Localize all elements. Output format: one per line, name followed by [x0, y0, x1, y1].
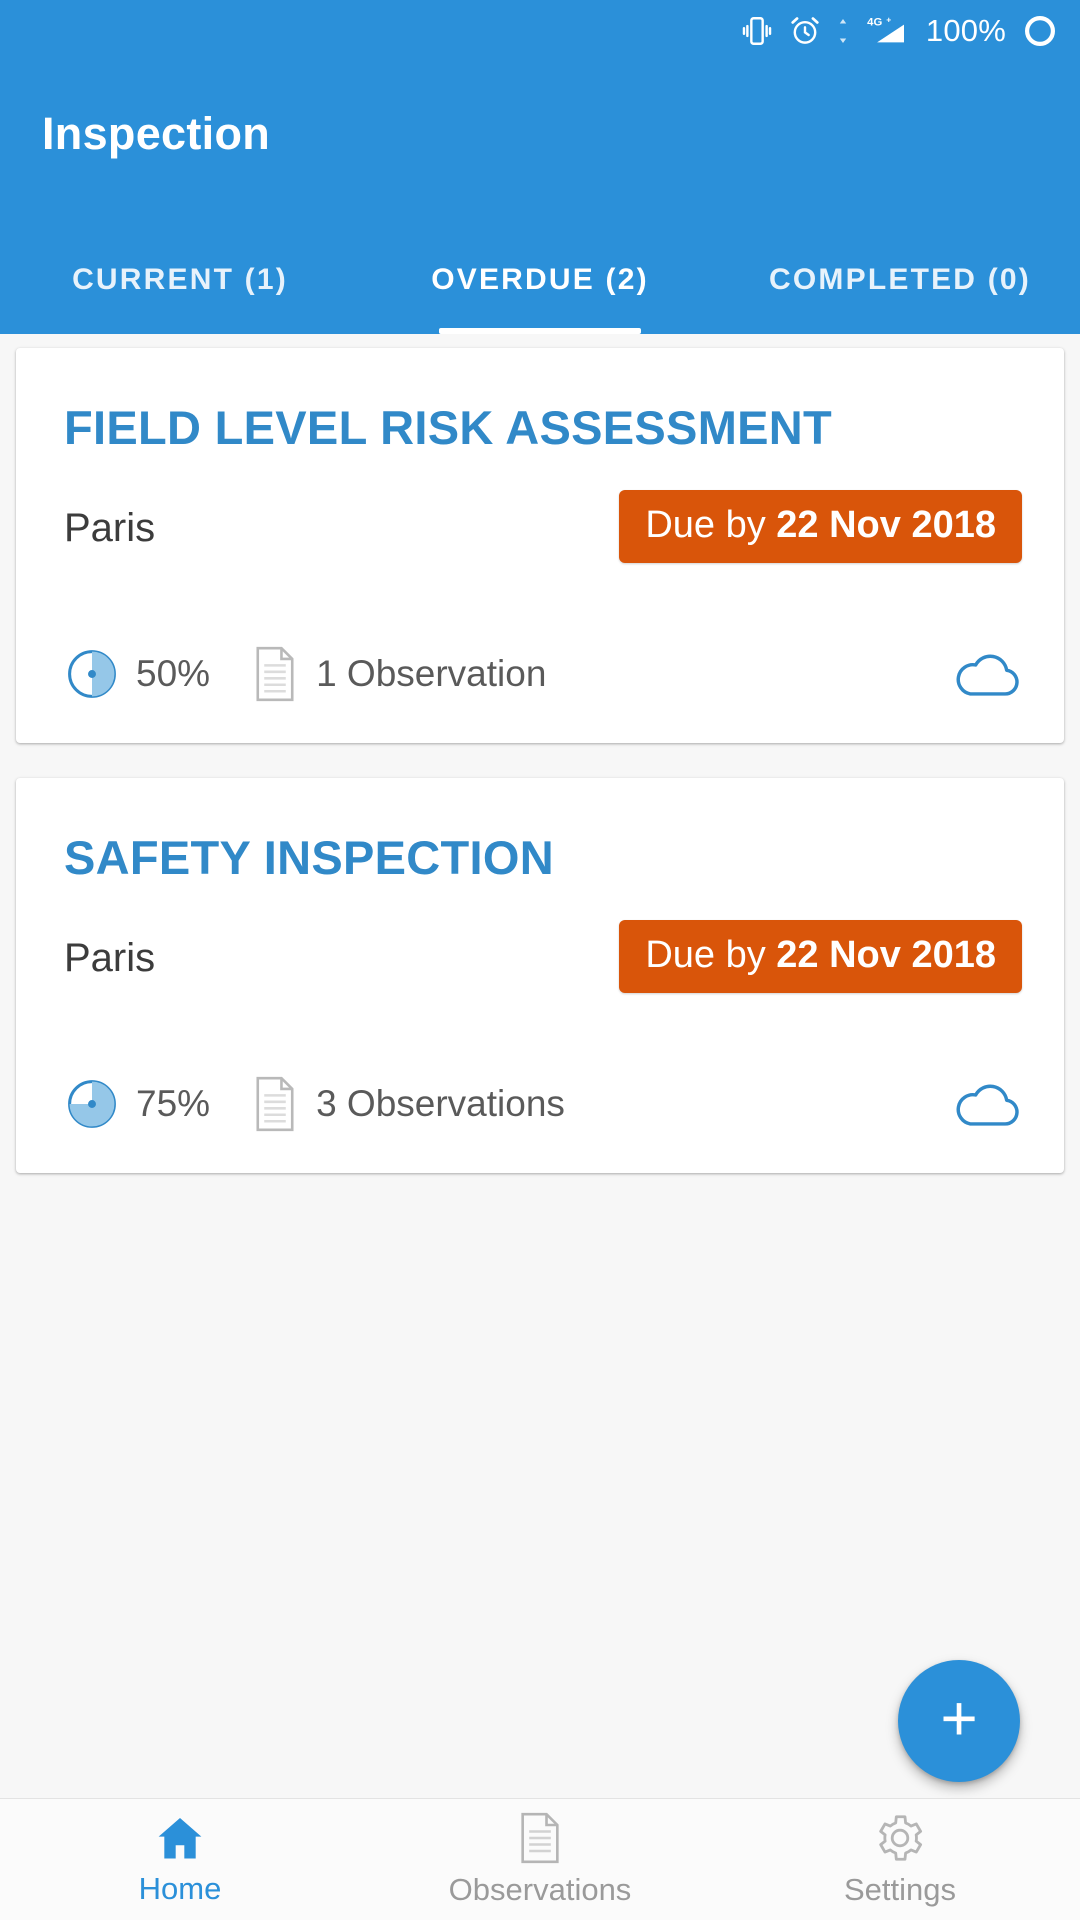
due-date-badge: Due by 22 Nov 2018 — [619, 490, 1022, 563]
sync-status-group[interactable] — [952, 1078, 1024, 1130]
observations-label: 3 Observations — [316, 1083, 565, 1124]
progress-group: 75% — [64, 1076, 210, 1132]
progress-pie-icon — [68, 650, 116, 698]
progress-percent-label: 75% — [136, 1083, 211, 1124]
page-title: Inspection — [42, 108, 271, 159]
due-prefix-label: Due by — [645, 934, 777, 976]
nav-item-home-label: Home — [138, 1870, 222, 1906]
due-date-label: 22 Nov 2018 — [776, 504, 996, 546]
progress-pie-icon — [68, 1080, 116, 1128]
battery-full-circle-icon — [1024, 15, 1056, 47]
due-date-badge: Due by 22 Nov 2018 — [619, 920, 1022, 993]
tab-current[interactable]: CURRENT (1) — [0, 244, 360, 334]
inspection-card[interactable]: SAFETY INSPECTION Paris Due by 22 Nov 20… — [16, 778, 1064, 1173]
nav-item-observations[interactable]: Observations — [360, 1799, 720, 1920]
inspection-title: SAFETY INSPECTION — [64, 831, 554, 884]
due-prefix-label: Due by — [645, 504, 777, 546]
gear-icon — [879, 1814, 923, 1861]
progress-percent-label: 50% — [136, 653, 211, 694]
signal-4g-icon: 4G + — [867, 15, 904, 43]
status-bar: 4G + 100% — [0, 0, 1080, 62]
sync-status-group[interactable] — [952, 648, 1024, 700]
tab-overdue-label: OVERDUE (2) — [431, 263, 649, 296]
battery-percent-label: 100% — [925, 13, 1006, 48]
inspection-card-footer: 75% 3 Observations — [64, 1071, 1024, 1137]
nav-item-home[interactable]: Home — [0, 1799, 360, 1920]
nav-item-observations-label: Observations — [448, 1871, 632, 1907]
tab-current-label: CURRENT (1) — [72, 263, 288, 296]
inspection-list: FIELD LEVEL RISK ASSESSMENT Paris Due by… — [0, 334, 1080, 1920]
progress-group: 50% — [64, 646, 210, 702]
inspection-card[interactable]: FIELD LEVEL RISK ASSESSMENT Paris Due by… — [16, 348, 1064, 743]
bottom-navigation: Home Observations Settings — [0, 1798, 1080, 1920]
observations-label: 1 Observation — [316, 653, 547, 694]
data-transfer-icon — [839, 19, 847, 43]
svg-text:+: + — [886, 15, 891, 25]
tab-bar: CURRENT (1) OVERDUE (2) COMPLETED (0) — [0, 244, 1080, 334]
observations-group: 1 Observation — [252, 646, 546, 702]
tab-completed-label: COMPLETED (0) — [769, 263, 1031, 296]
nav-item-settings-label: Settings — [843, 1871, 956, 1907]
inspection-title: FIELD LEVEL RISK ASSESSMENT — [64, 401, 833, 454]
alarm-icon — [791, 17, 819, 44]
tab-overdue[interactable]: OVERDUE (2) — [360, 244, 720, 334]
cloud-icon — [956, 1084, 1019, 1126]
vibrate-icon — [742, 17, 772, 45]
cloud-icon — [956, 654, 1019, 696]
inspection-card-footer: 50% 1 Observation — [64, 641, 1024, 707]
add-inspection-fab[interactable]: + — [898, 1660, 1020, 1782]
document-icon — [521, 1812, 559, 1863]
nav-item-settings[interactable]: Settings — [720, 1799, 1080, 1920]
tab-completed[interactable]: COMPLETED (0) — [720, 244, 1080, 334]
due-date-label: 22 Nov 2018 — [776, 934, 996, 976]
plus-icon: + — [940, 1682, 978, 1754]
inspection-location: Paris — [64, 936, 156, 980]
app-bar: 4G + 100% Inspection CURRENT (1) OVERDUE… — [0, 0, 1080, 334]
home-icon — [158, 1817, 202, 1858]
app-screen: 4G + 100% Inspection CURRENT (1) OVERDUE… — [0, 0, 1080, 1920]
inspection-location: Paris — [64, 506, 156, 550]
svg-text:4G: 4G — [867, 16, 882, 28]
document-icon — [256, 646, 294, 702]
observations-group: 3 Observations — [252, 1076, 565, 1132]
document-icon — [256, 1076, 294, 1132]
status-bar-icons: 4G + 100% — [740, 13, 1058, 49]
